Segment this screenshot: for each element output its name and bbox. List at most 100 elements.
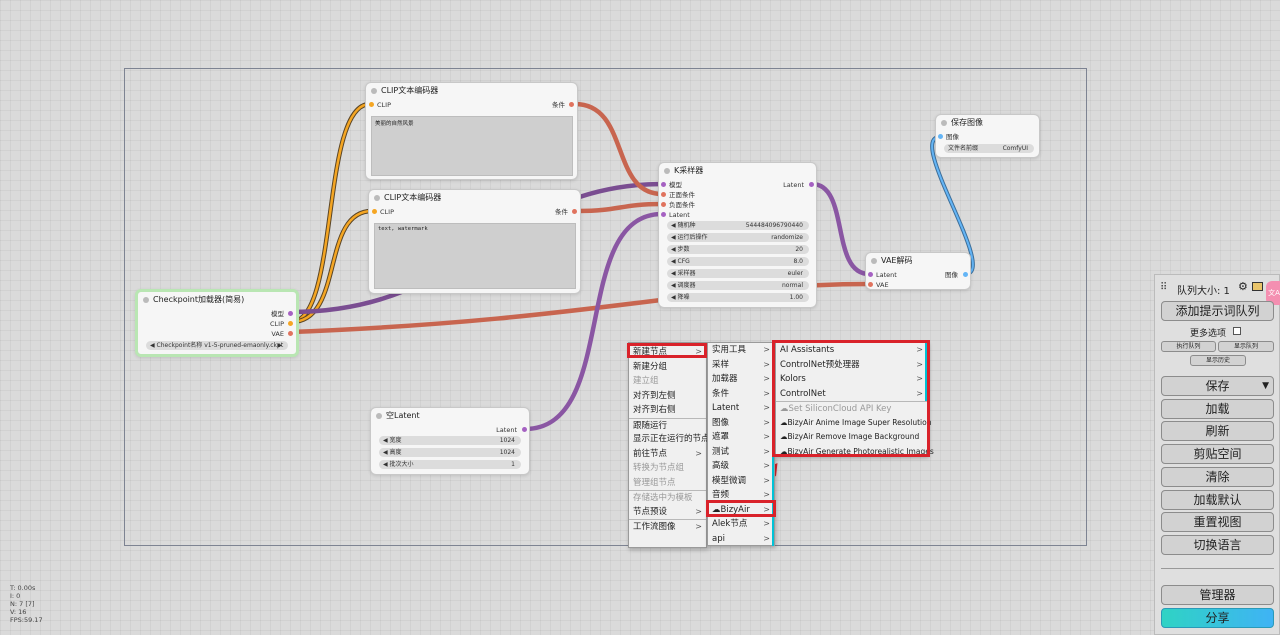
refresh-button[interactable]: 刷新 xyxy=(1161,421,1274,441)
menu-item-utils[interactable]: 实用工具 > xyxy=(708,343,774,358)
menu-item-show-running-node[interactable]: 显示正在运行的节点 xyxy=(629,432,710,447)
menu-item-latent[interactable]: Latent > xyxy=(708,401,774,416)
dropdown-arrow-icon[interactable]: ▼ xyxy=(1262,377,1269,395)
negative-input-dot[interactable] xyxy=(661,202,666,207)
menu-item-alek-nodes[interactable]: Alek节点 > xyxy=(708,517,774,532)
context-menu-main: 新建节点 > 新建分组 建立组 对齐到左侧 对齐到右侧 跟随运行 显示正在运行的节… xyxy=(628,342,710,548)
checkpoint-name-widget[interactable]: ◀ Checkpoint名称 v1-5-pruned-emaonly.ckpt … xyxy=(146,341,288,350)
latent-output-dot[interactable] xyxy=(522,427,527,432)
menu-item-testing[interactable]: 测试 > xyxy=(708,444,774,459)
menu-item-new-node[interactable]: 新建节点 > xyxy=(629,345,706,360)
save-button[interactable]: 保存 ▼ xyxy=(1161,376,1274,396)
load-button[interactable]: 加载 xyxy=(1161,399,1274,419)
menu-item-set-api-key[interactable]: ☁Set SiliconCloud API Key xyxy=(776,401,927,416)
drag-handle-icon[interactable]: ⠿ xyxy=(1160,282,1167,293)
menu-item-api[interactable]: api > xyxy=(708,531,774,546)
denoise-widget[interactable]: ◀ 降噪 1.00 xyxy=(667,293,809,302)
menu-item-align-right[interactable]: 对齐到右侧 xyxy=(629,403,706,418)
widget-value: 8.0 xyxy=(793,258,803,265)
clip-text-encoder-node-1[interactable]: CLIP文本编码器 CLIP 条件 美丽的自然风景 xyxy=(365,82,578,180)
scheduler-widget[interactable]: ◀ 调度器 normal xyxy=(667,281,809,290)
clear-button[interactable]: 清除 xyxy=(1161,467,1274,487)
image-input-dot[interactable] xyxy=(938,134,943,139)
cfg-widget[interactable]: ◀ CFG 8.0 xyxy=(667,257,809,266)
menu-item-save-as-template[interactable]: 存储选中为模板 xyxy=(629,490,706,505)
node-title: CLIP文本编码器 xyxy=(366,83,577,99)
clip-text-encoder-node-2[interactable]: CLIP文本编码器 CLIP 条件 text, watermark xyxy=(368,189,581,294)
menu-item-follow-execution[interactable]: 跟随运行 xyxy=(629,417,706,433)
menu-item-convert-to-group-node[interactable]: 转换为节点组 xyxy=(629,461,706,476)
latent-output-dot[interactable] xyxy=(809,182,814,187)
menu-item-go-to-node[interactable]: 前往节点 > xyxy=(629,447,706,462)
menu-item-bizyair[interactable]: ☁BizyAir > xyxy=(708,502,774,517)
reset-view-button[interactable]: 重置视图 xyxy=(1161,512,1274,532)
menu-item-photorealistic-images[interactable]: ☁BizyAir Generate Photorealistic Images xyxy=(776,445,934,460)
model-input-dot[interactable] xyxy=(661,182,666,187)
prompt-textarea[interactable]: 美丽的自然风景 xyxy=(371,116,573,176)
model-output-dot[interactable] xyxy=(288,311,293,316)
image-icon[interactable] xyxy=(1252,282,1263,291)
conditioning-output-dot[interactable] xyxy=(569,102,574,107)
menu-item-controlnet[interactable]: ControlNet > xyxy=(776,386,927,401)
vae-decode-node[interactable]: VAE解码 Latent VAE 图像 xyxy=(865,252,971,290)
menu-item-anime-super-resolution[interactable]: ☁BizyAir Anime Image Super Resolution xyxy=(776,416,931,431)
menu-item-align-left[interactable]: 对齐到左侧 xyxy=(629,389,706,404)
right-arrow-icon[interactable]: ▶ xyxy=(277,341,282,350)
menu-item-workflow-image[interactable]: 工作流图像 > xyxy=(629,519,706,534)
execute-queue-button[interactable]: 执行队列 xyxy=(1161,341,1216,352)
menu-item-manage-group-nodes[interactable]: 管理组节点 xyxy=(629,476,706,491)
prompt-textarea[interactable]: text, watermark xyxy=(374,223,576,289)
show-history-button[interactable]: 显示历史 xyxy=(1190,355,1246,366)
menu-item-create-group[interactable]: 建立组 xyxy=(629,374,706,389)
clipspace-button[interactable]: 剪贴空间 xyxy=(1161,444,1274,464)
clip-output-dot[interactable] xyxy=(288,321,293,326)
menu-item-new-group[interactable]: 新建分组 xyxy=(629,360,706,375)
empty-latent-node[interactable]: 空Latent Latent ◀ 宽度 1024 ◀ 高度 1024 ◀ 批次大小 1 xyxy=(370,407,530,475)
height-widget[interactable]: ◀ 高度 1024 xyxy=(379,448,521,457)
menu-item-audio[interactable]: 音频 > xyxy=(708,488,774,503)
steps-widget[interactable]: ◀ 步数 20 xyxy=(667,245,809,254)
menu-item-image[interactable]: 图像 > xyxy=(708,415,774,430)
width-widget[interactable]: ◀ 宽度 1024 xyxy=(379,436,521,445)
settings-gear-icon[interactable]: ⚙ xyxy=(1238,280,1248,293)
menu-item-controlnet-preprocessor[interactable]: ControlNet预处理器 > xyxy=(776,357,927,372)
vae-output-dot[interactable] xyxy=(288,331,293,336)
clip-input-dot[interactable] xyxy=(372,209,377,214)
filename-prefix-widget[interactable]: 文件名前缀 ComfyUI xyxy=(944,144,1034,153)
ksampler-node[interactable]: K采样器 模型 正面条件 负面条件 Latent Latent ◀ 随机种 544… xyxy=(658,162,817,308)
load-default-button[interactable]: 加载默认 xyxy=(1161,490,1274,510)
add-prompt-queue-button[interactable]: 添加提示词队列 xyxy=(1161,301,1274,321)
save-image-node[interactable]: 保存图像 图像 文件名前缀 ComfyUI xyxy=(935,114,1040,158)
menu-item-sampling[interactable]: 采样 > xyxy=(708,357,774,372)
clip-input-dot[interactable] xyxy=(369,102,374,107)
menu-item-label: Set SiliconCloud API Key xyxy=(788,404,892,414)
share-button[interactable]: 分享 xyxy=(1161,608,1274,628)
menu-item-conditioning[interactable]: 条件 > xyxy=(708,386,774,401)
positive-input-dot[interactable] xyxy=(661,192,666,197)
checkpoint-loader-node[interactable]: Checkpoint加载器(简易) 模型 CLIP VAE ◀ Checkpoi… xyxy=(135,289,299,357)
sampler-widget[interactable]: ◀ 采样器 euler xyxy=(667,269,809,278)
seed-widget[interactable]: ◀ 随机种 544484096790440 xyxy=(667,221,809,230)
more-options-checkbox[interactable] xyxy=(1233,327,1241,335)
menu-item-loaders[interactable]: 加载器 > xyxy=(708,372,774,387)
conditioning-output-dot[interactable] xyxy=(572,209,577,214)
latent-input-dot[interactable] xyxy=(661,212,666,217)
control-after-generate-widget[interactable]: ◀ 运行后操作 randomize xyxy=(667,233,809,242)
menu-item-advanced[interactable]: 高级 > xyxy=(708,459,774,474)
menu-item-label: 显示正在运行的节点 xyxy=(633,434,710,444)
menu-item-model-finetune[interactable]: 模型微调 > xyxy=(708,473,774,488)
menu-item-label: 跟随运行 xyxy=(633,420,668,431)
node-title: VAE解码 xyxy=(866,253,970,269)
menu-item-remove-background[interactable]: ☁BizyAir Remove Image Background xyxy=(776,430,927,445)
vae-input-dot[interactable] xyxy=(868,282,873,287)
menu-item-mask[interactable]: 遮罩 > xyxy=(708,430,774,445)
switch-language-button[interactable]: 切换语言 xyxy=(1161,535,1274,555)
latent-input-dot[interactable] xyxy=(868,272,873,277)
manager-button[interactable]: 管理器 xyxy=(1161,585,1274,605)
menu-item-kolors[interactable]: Kolors > xyxy=(776,372,927,387)
menu-item-node-presets[interactable]: 节点预设 > xyxy=(629,505,706,520)
show-queue-button[interactable]: 显示队列 xyxy=(1218,341,1274,352)
image-output-dot[interactable] xyxy=(963,272,968,277)
menu-item-ai-assistants[interactable]: AI Assistants > xyxy=(776,343,927,358)
batch-size-widget[interactable]: ◀ 批次大小 1 xyxy=(379,460,521,469)
